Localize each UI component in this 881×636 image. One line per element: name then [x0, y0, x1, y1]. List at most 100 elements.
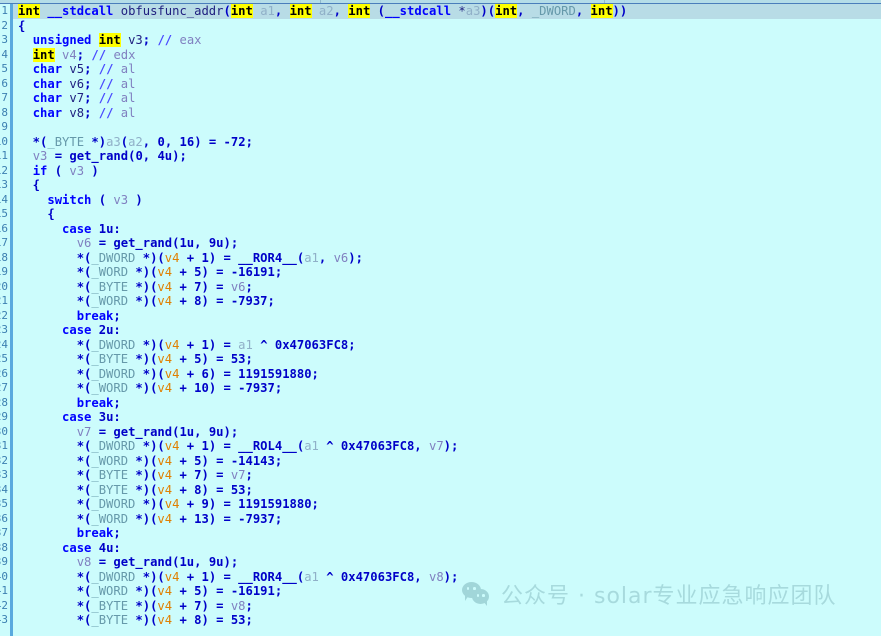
code-token-num: 1191591880 — [238, 366, 312, 381]
code-token-punc: , — [194, 236, 209, 250]
code-token-arg: a1 — [304, 250, 319, 265]
code-token-num: 1 — [201, 250, 209, 265]
code-line[interactable]: char v7; // al — [13, 91, 881, 106]
code-token-num: -7937 — [230, 294, 268, 308]
code-token-punc: + — [172, 511, 195, 526]
code-token-fn: __ROR4__ — [238, 250, 297, 265]
code-token-lvarO: v4 — [164, 569, 180, 584]
code-token-punc: ); — [172, 149, 187, 163]
code-line[interactable]: *(_BYTE *)(v4 + 8) = 53; — [13, 483, 881, 498]
code-token-lvar: v6 — [230, 279, 246, 294]
code-line[interactable]: { — [13, 178, 881, 193]
code-line[interactable]: break; — [13, 309, 881, 324]
code-line[interactable]: *(_WORD *)(v4 + 5) = -14143; — [13, 454, 881, 469]
code-token-plain: * — [451, 4, 466, 18]
code-line[interactable]: *(_WORD *)(v4 + 5) = -16191; — [13, 584, 881, 599]
code-line[interactable]: *(_BYTE *)(v4 + 7) = v7; — [13, 468, 881, 483]
line-number: 10 — [0, 134, 8, 148]
code-token-num: 1 — [201, 337, 209, 352]
code-line[interactable]: switch ( v3 ) — [13, 193, 881, 208]
code-line[interactable]: *(_WORD *)(v4 + 5) = -16191; — [13, 265, 881, 280]
line-number: 36 — [0, 511, 8, 525]
code-line[interactable]: v3 = get_rand(0, 4u); — [13, 149, 881, 164]
code-line[interactable]: char v5; // al — [13, 62, 881, 77]
code-token-punc: ; — [113, 526, 121, 540]
code-line[interactable]: case 4u: — [13, 541, 881, 556]
code-token-num: -7937 — [238, 511, 275, 526]
line-number: 29 — [0, 410, 8, 423]
code-line[interactable]: *(_DWORD *)(v4 + 9) = 1191591880; — [13, 497, 881, 512]
code-token-punc: ; — [84, 105, 99, 120]
code-line[interactable] — [13, 120, 881, 135]
code-token-punc: *( — [18, 613, 92, 627]
code-token-punc: ; — [245, 352, 253, 366]
code-line[interactable]: v6 = get_rand(1u, 9u); — [13, 236, 881, 251]
code-line[interactable]: break; — [13, 526, 881, 541]
code-token-punc: ^ — [318, 569, 341, 584]
code-line[interactable]: *(_BYTE *)(v4 + 5) = 53; — [13, 352, 881, 367]
code-token-lvar: v6 — [76, 236, 92, 250]
line-number: 14 — [0, 192, 8, 206]
line-number: 7 — [1, 91, 8, 104]
code-lines[interactable]: int __stdcall obfusfunc_addr(int a1, int… — [13, 4, 881, 636]
code-token-punc: *)( — [135, 337, 165, 352]
code-line[interactable]: { — [13, 207, 881, 222]
code-token-punc: *( — [18, 497, 92, 511]
code-line[interactable]: *(_WORD *)(v4 + 13) = -7937; — [13, 512, 881, 527]
code-line[interactable]: char v6; // al — [13, 77, 881, 92]
code-line[interactable]: int v4; // edx — [13, 47, 881, 63]
code-token-lvarO: v4 — [164, 439, 180, 453]
line-number: 41 — [0, 584, 8, 597]
code-token-typ: _BYTE — [91, 352, 129, 366]
code-token-punc: *( — [18, 482, 92, 497]
code-token-cmt: eax — [172, 33, 202, 47]
code-token-fn: __ROL4__ — [238, 439, 297, 453]
code-line[interactable]: *(_BYTE *)(v4 + 8) = 53; — [13, 613, 881, 628]
line-number: 16 — [0, 221, 8, 235]
line-number: 30 — [0, 424, 8, 438]
code-line[interactable]: case 1u: — [13, 222, 881, 237]
code-line[interactable]: *(_BYTE *)(v4 + 7) = v6; — [13, 280, 881, 295]
code-line[interactable]: { — [13, 19, 881, 34]
code-token-lvarO: v4 — [157, 584, 173, 598]
code-line[interactable]: *(_WORD *)(v4 + 8) = -7937; — [13, 294, 881, 309]
code-line[interactable]: case 3u: — [13, 410, 881, 425]
code-line[interactable]: v7 = get_rand(1u, 9u); — [13, 425, 881, 440]
code-token-punc: , — [164, 134, 180, 149]
code-line[interactable]: v8 = get_rand(1u, 9u); — [13, 555, 881, 570]
line-number: 23 — [0, 323, 8, 336]
code-token-plain: v3 — [128, 33, 143, 47]
code-line[interactable]: *(_DWORD *)(v4 + 6) = 1191591880; — [13, 367, 881, 382]
code-line[interactable]: unsigned int v3; // eax — [13, 33, 881, 48]
code-token-punc: *( — [18, 294, 92, 308]
code-token-num: 53 — [230, 613, 246, 627]
code-token-punc: *( — [18, 279, 92, 294]
code-line[interactable]: *(_DWORD *)(v4 + 1) = __ROR4__(a1 ^ 0x47… — [13, 570, 881, 585]
code-line[interactable]: *(_DWORD *)(v4 + 1) = a1 ^ 0x47063FC8; — [13, 338, 881, 353]
code-line[interactable]: *(_BYTE *)(v4 + 7) = v8; — [13, 599, 881, 614]
code-token-punc: + — [179, 337, 202, 352]
pseudocode-code-area[interactable]: 1234567891011121314151617181920212223242… — [0, 4, 881, 636]
code-token-kwh: int — [348, 4, 371, 18]
code-line[interactable]: case 2u: — [13, 323, 881, 338]
code-line[interactable]: char v8; // al — [13, 106, 881, 121]
code-token-punc: ; — [311, 366, 319, 381]
code-line[interactable]: int __stdcall obfusfunc_addr(int a1, int… — [13, 4, 881, 19]
code-token-num: 1 — [201, 439, 209, 453]
code-token-num: 6 — [201, 366, 209, 381]
code-line[interactable]: *(_DWORD *)(v4 + 1) = __ROL4__(a1 ^ 0x47… — [13, 439, 881, 454]
code-token-arg: a2 — [128, 134, 143, 149]
code-line[interactable]: break; — [13, 396, 881, 411]
code-line[interactable]: *(_BYTE *)a3(a2, 0, 16) = -72; — [13, 135, 881, 150]
code-line[interactable]: if ( v3 ) — [13, 164, 881, 179]
code-line[interactable]: *(_DWORD *)(v4 + 1) = __ROR4__(a1, v6); — [13, 251, 881, 266]
code-token-punc: ; — [113, 308, 121, 323]
code-line[interactable]: *(_WORD *)(v4 + 10) = -7937; — [13, 381, 881, 396]
line-number: 31 — [0, 439, 8, 452]
code-token-num: -7937 — [238, 381, 275, 395]
title-strip-divider — [604, 0, 605, 3]
